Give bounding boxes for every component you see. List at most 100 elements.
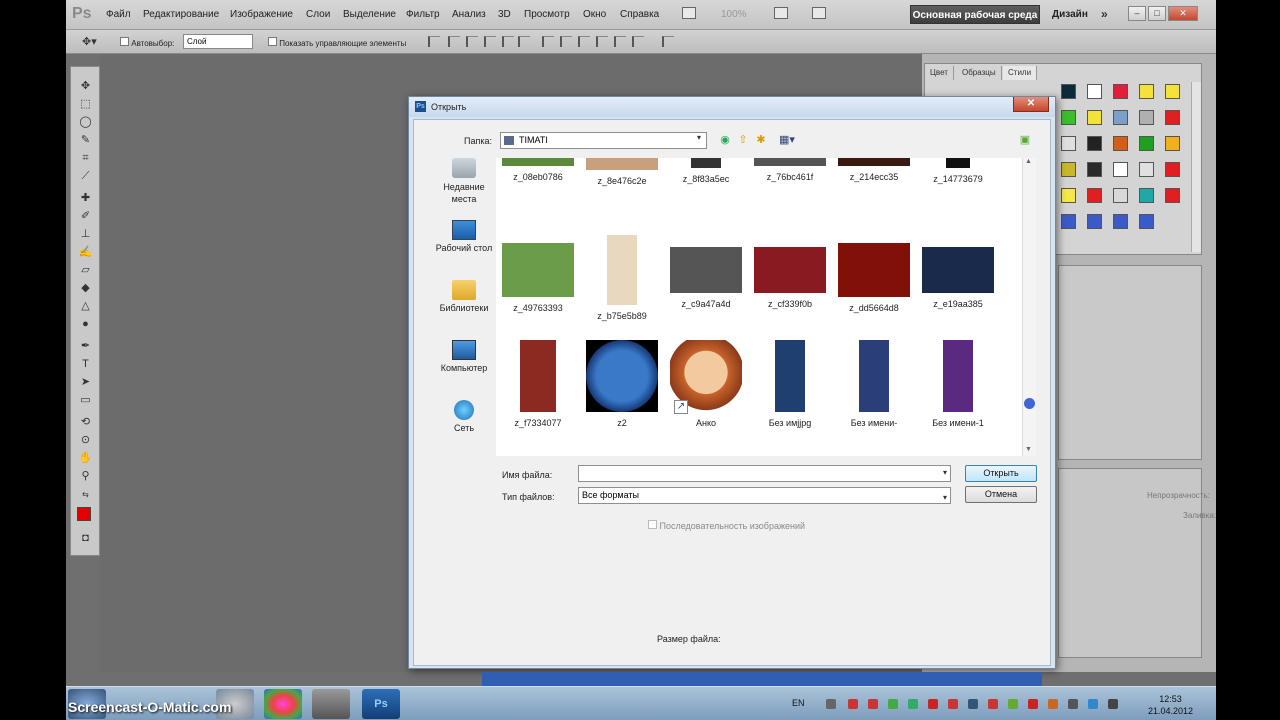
file-item[interactable]: z_8e476c2e [580,158,664,186]
style-swatch[interactable] [1113,136,1128,151]
distribute-bottom-icon[interactable] [578,36,590,47]
tray-icon-11[interactable] [1028,699,1038,709]
file-item[interactable]: Анко [664,340,748,428]
screen-mode-icon[interactable] [682,7,696,19]
view-menu-icon[interactable]: ▦▾ [776,133,798,147]
tray-icon-1[interactable] [826,699,836,709]
filetype-select[interactable]: Все форматы ▾ [578,487,951,504]
file-item[interactable]: z2 [580,340,664,428]
create-folder-icon[interactable]: ▣ [1018,133,1032,147]
distribute-top-icon[interactable] [542,36,554,47]
up-folder-icon[interactable]: ⇧ [736,133,750,147]
tray-icon-12[interactable] [1048,699,1058,709]
place-libraries[interactable]: Библиотеки [424,280,504,313]
menu-filter[interactable]: Фильтр [406,9,440,20]
zoom-level[interactable]: 100% [721,9,747,20]
volume-icon[interactable] [1108,699,1118,709]
file-item[interactable]: z_49763393 [496,238,580,313]
file-item[interactable]: z_8f83a5ec [664,158,748,184]
style-swatch[interactable] [1113,84,1128,99]
style-swatch[interactable] [1165,188,1180,203]
file-item[interactable]: z_76bc461f [748,158,832,182]
tray-icon-6[interactable] [928,699,938,709]
distribute-right-icon[interactable] [632,36,644,47]
distribute-vcenter-icon[interactable] [560,36,572,47]
taskbar-app-chrome[interactable] [264,689,302,719]
styles-scrollbar[interactable] [1191,82,1201,252]
align-vcenter-icon[interactable] [448,36,460,47]
clock[interactable]: 12:53 21.04.2012 [1148,693,1193,717]
align-right-icon[interactable] [518,36,530,47]
show-controls-option[interactable]: Показать управляющие элементы [268,37,406,48]
menu-image[interactable]: Изображение [230,9,293,20]
style-swatch[interactable] [1113,214,1128,229]
style-swatch[interactable] [1087,84,1102,99]
chevron-down-icon[interactable]: ▾ [943,490,947,505]
taskbar-app-screencast[interactable] [312,689,350,719]
3d-orbit-icon[interactable]: ⊙ [77,433,94,448]
place-recent[interactable]: Недавние места [424,158,504,205]
gradient-tool-icon[interactable]: ◆ [77,281,94,296]
3d-rotate-icon[interactable]: ⟲ [77,415,94,430]
style-swatch[interactable] [1087,136,1102,151]
tray-icon-10[interactable] [1008,699,1018,709]
chevron-down-icon[interactable]: ▾ [943,468,947,477]
menu-select[interactable]: Выделение [343,9,396,20]
file-item[interactable]: z_214ecc35 [832,158,916,182]
style-swatch[interactable] [1165,84,1180,99]
taskbar-app-photoshop[interactable]: Ps [362,689,400,719]
style-swatch[interactable] [1061,136,1076,151]
style-swatch[interactable] [1113,162,1128,177]
path-select-icon[interactable]: ➤ [77,375,94,390]
style-swatch[interactable] [1113,110,1128,125]
style-swatch[interactable] [1061,84,1076,99]
type-tool-icon[interactable]: T [77,357,94,372]
tray-icon-7[interactable] [948,699,958,709]
layer-select[interactable]: Слой [183,34,253,49]
chevron-down-icon[interactable]: ▾ [697,133,701,142]
bluetooth-icon[interactable] [1088,699,1098,709]
marquee-tool-icon[interactable]: ⬚ [77,97,94,112]
autoselect-option[interactable]: Автовыбор: [120,37,174,48]
distribute-left-icon[interactable] [596,36,608,47]
folder-select[interactable]: TIMATI [500,132,707,149]
healing-brush-icon[interactable]: ✚ [77,191,94,206]
sequence-checkbox[interactable] [648,520,657,529]
new-folder-icon[interactable]: ✱ [754,133,768,147]
cancel-button[interactable]: Отмена [965,486,1037,503]
style-swatch[interactable] [1165,110,1180,125]
quick-mask-icon[interactable]: ◘ [77,531,94,546]
tray-icon-9[interactable] [988,699,998,709]
dialog-titlebar[interactable]: Ps Открыть ✕ [409,97,1055,117]
align-bottom-icon[interactable] [466,36,478,47]
more-workspaces-icon[interactable]: » [1101,7,1108,21]
tray-icon-4[interactable] [888,699,898,709]
zoom-tool-icon[interactable]: ⚲ [77,469,94,484]
dialog-close-icon[interactable]: ✕ [1013,97,1049,112]
style-swatch[interactable] [1113,188,1128,203]
place-computer[interactable]: Компьютер [424,340,504,373]
file-item[interactable]: Без имjjpg [748,340,832,428]
maximize-icon[interactable]: □ [1148,6,1166,21]
style-swatch[interactable] [1087,188,1102,203]
pen-tool-icon[interactable]: ✒ [77,339,94,354]
style-swatch[interactable] [1087,162,1102,177]
align-hcenter-icon[interactable] [502,36,514,47]
place-desktop[interactable]: Рабочий стол [424,220,504,253]
style-swatch[interactable] [1139,84,1154,99]
menu-edit[interactable]: Редактирование [143,9,219,20]
move-tool-icon[interactable]: ✥▾ [82,35,97,48]
style-swatch[interactable] [1165,162,1180,177]
tray-icon-2[interactable] [848,699,858,709]
file-item[interactable]: z_e19aa385 [916,238,1000,309]
scroll-down-icon[interactable]: ▼ [1025,446,1032,453]
open-button[interactable]: Открыть [965,465,1037,482]
file-item[interactable]: z_b75e5b89 [580,235,664,321]
style-swatch[interactable] [1061,188,1076,203]
blur-tool-icon[interactable]: △ [77,299,94,314]
swap-colors-icon[interactable]: ⇆ [77,487,94,502]
shape-tool-icon[interactable]: ▭ [77,393,94,408]
menu-window[interactable]: Окно [583,9,606,20]
tab-styles[interactable]: Стили [1003,66,1038,80]
close-icon[interactable]: ✕ [1168,6,1198,21]
